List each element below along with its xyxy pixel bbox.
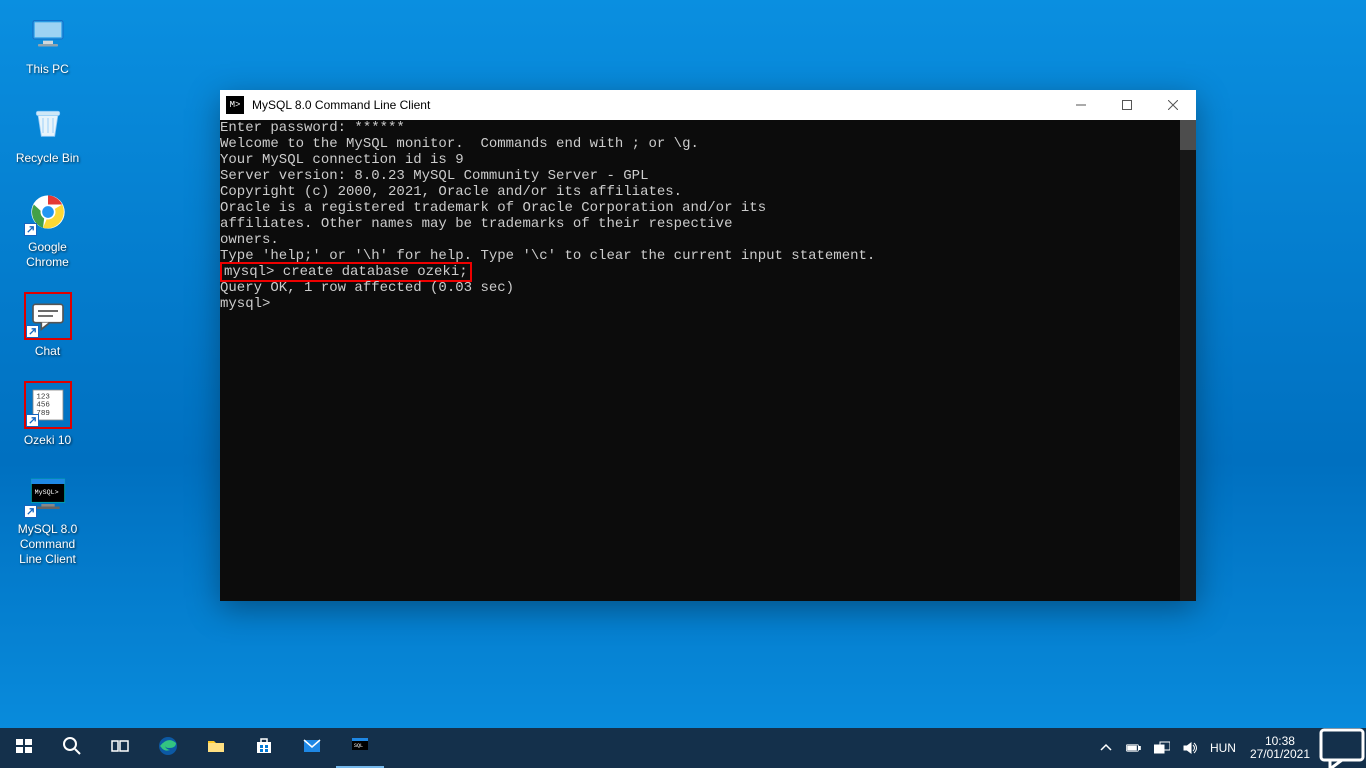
close-button[interactable] <box>1150 90 1196 120</box>
mysql-icon: MySQL> <box>24 470 72 518</box>
chrome-icon <box>24 188 72 236</box>
taskbar-search[interactable] <box>48 728 96 768</box>
shortcut-arrow-icon <box>24 505 37 518</box>
windows-icon <box>14 736 34 761</box>
window-controls <box>1058 90 1196 120</box>
shortcut-arrow-icon <box>24 223 37 236</box>
mysql-window-icon: M> <box>226 96 244 114</box>
taskbar-start[interactable] <box>0 728 48 768</box>
scrollbar-thumb[interactable] <box>1180 120 1196 150</box>
desktop-icon-label: This PC <box>26 62 69 77</box>
clock-date: 27/01/2021 <box>1250 748 1310 761</box>
desktop-icon-ozeki-10[interactable]: 123456789 Ozeki 10 <box>10 381 85 448</box>
mail-icon <box>302 736 322 761</box>
terminal-output-line: Welcome to the MySQL monitor. Commands e… <box>220 136 1192 152</box>
language-indicator[interactable]: HUN <box>1204 728 1242 768</box>
svg-text:123: 123 <box>36 393 50 401</box>
taskbar: SQL HUN 10:38 27/01/2021 <box>0 728 1366 768</box>
maximize-button[interactable] <box>1104 90 1150 120</box>
desktop-icon-recycle-bin[interactable]: Recycle Bin <box>10 99 85 166</box>
bin-icon <box>24 99 72 147</box>
taskbar-mail[interactable] <box>288 728 336 768</box>
network-icon[interactable] <box>1148 728 1176 768</box>
taskbar-file-explorer[interactable] <box>192 728 240 768</box>
desktop-icon-label: Ozeki 10 <box>24 433 71 448</box>
taskbar-edge[interactable] <box>144 728 192 768</box>
terminal-output-line: Server version: 8.0.23 MySQL Community S… <box>220 168 1192 184</box>
terminal-output-line: Enter password: ****** <box>220 120 1192 136</box>
terminal-output-line: Oracle is a registered trademark of Orac… <box>220 200 1192 216</box>
desktop-icon-label: Google Chrome <box>10 240 85 270</box>
desktop-icon-chat[interactable]: Chat <box>10 292 85 359</box>
window-title: MySQL 8.0 Command Line Client <box>252 98 1058 112</box>
desktop-icon-label: MySQL 8.0 Command Line Client <box>10 522 85 567</box>
pc-icon <box>24 10 72 58</box>
desktop-icons: This PC Recycle Bin Google Chrome Chat 12345… <box>10 10 85 567</box>
taskbar-ms-store[interactable] <box>240 728 288 768</box>
folder-icon <box>206 736 226 761</box>
desktop-icon-this-pc[interactable]: This PC <box>10 10 85 77</box>
volume-icon[interactable] <box>1176 728 1204 768</box>
mysql-window: M> MySQL 8.0 Command Line Client Enter p… <box>220 90 1196 601</box>
terminal-area[interactable]: Enter password: ******Welcome to the MyS… <box>220 120 1196 601</box>
titlebar[interactable]: M> MySQL 8.0 Command Line Client <box>220 90 1196 120</box>
search-icon <box>62 736 82 761</box>
store-icon <box>254 736 274 761</box>
ozeki-icon: 123456789 <box>24 381 72 429</box>
terminal-command-highlighted: mysql> create database ozeki; <box>220 264 1192 280</box>
svg-text:456: 456 <box>36 402 50 410</box>
edge-icon <box>158 736 178 761</box>
mysql-icon: SQL <box>350 735 370 760</box>
desktop-icon-label: Chat <box>35 344 60 359</box>
taskbar-left: SQL <box>0 728 384 768</box>
svg-text:SQL: SQL <box>354 743 363 749</box>
minimize-button[interactable] <box>1058 90 1104 120</box>
taskbar-task-view[interactable] <box>96 728 144 768</box>
battery-icon[interactable] <box>1120 728 1148 768</box>
taskbar-right: HUN 10:38 27/01/2021 <box>1092 728 1366 768</box>
taskbar-mysql-running[interactable]: SQL <box>336 728 384 768</box>
desktop-icon-label: Recycle Bin <box>16 151 79 166</box>
terminal-output-line: affiliates. Other names may be trademark… <box>220 216 1192 232</box>
taskview-icon <box>110 736 130 761</box>
clock[interactable]: 10:38 27/01/2021 <box>1242 735 1318 761</box>
terminal-output-line: mysql> <box>220 296 1192 312</box>
action-center-button[interactable] <box>1318 728 1366 768</box>
terminal-scrollbar[interactable] <box>1180 120 1196 601</box>
terminal-output-line: owners. <box>220 232 1192 248</box>
svg-text:MySQL>: MySQL> <box>34 488 58 496</box>
shortcut-arrow-icon <box>26 325 39 338</box>
terminal-output-line: Your MySQL connection id is 9 <box>220 152 1192 168</box>
tray-overflow-button[interactable] <box>1092 728 1120 768</box>
terminal-output-line: Copyright (c) 2000, 2021, Oracle and/or … <box>220 184 1192 200</box>
terminal-output-line: Query OK, 1 row affected (0.03 sec) <box>220 280 1192 296</box>
shortcut-arrow-icon <box>26 414 39 427</box>
chat-icon <box>24 292 72 340</box>
desktop-icon-mysql-client[interactable]: MySQL> MySQL 8.0 Command Line Client <box>10 470 85 567</box>
desktop-icon-google-chrome[interactable]: Google Chrome <box>10 188 85 270</box>
